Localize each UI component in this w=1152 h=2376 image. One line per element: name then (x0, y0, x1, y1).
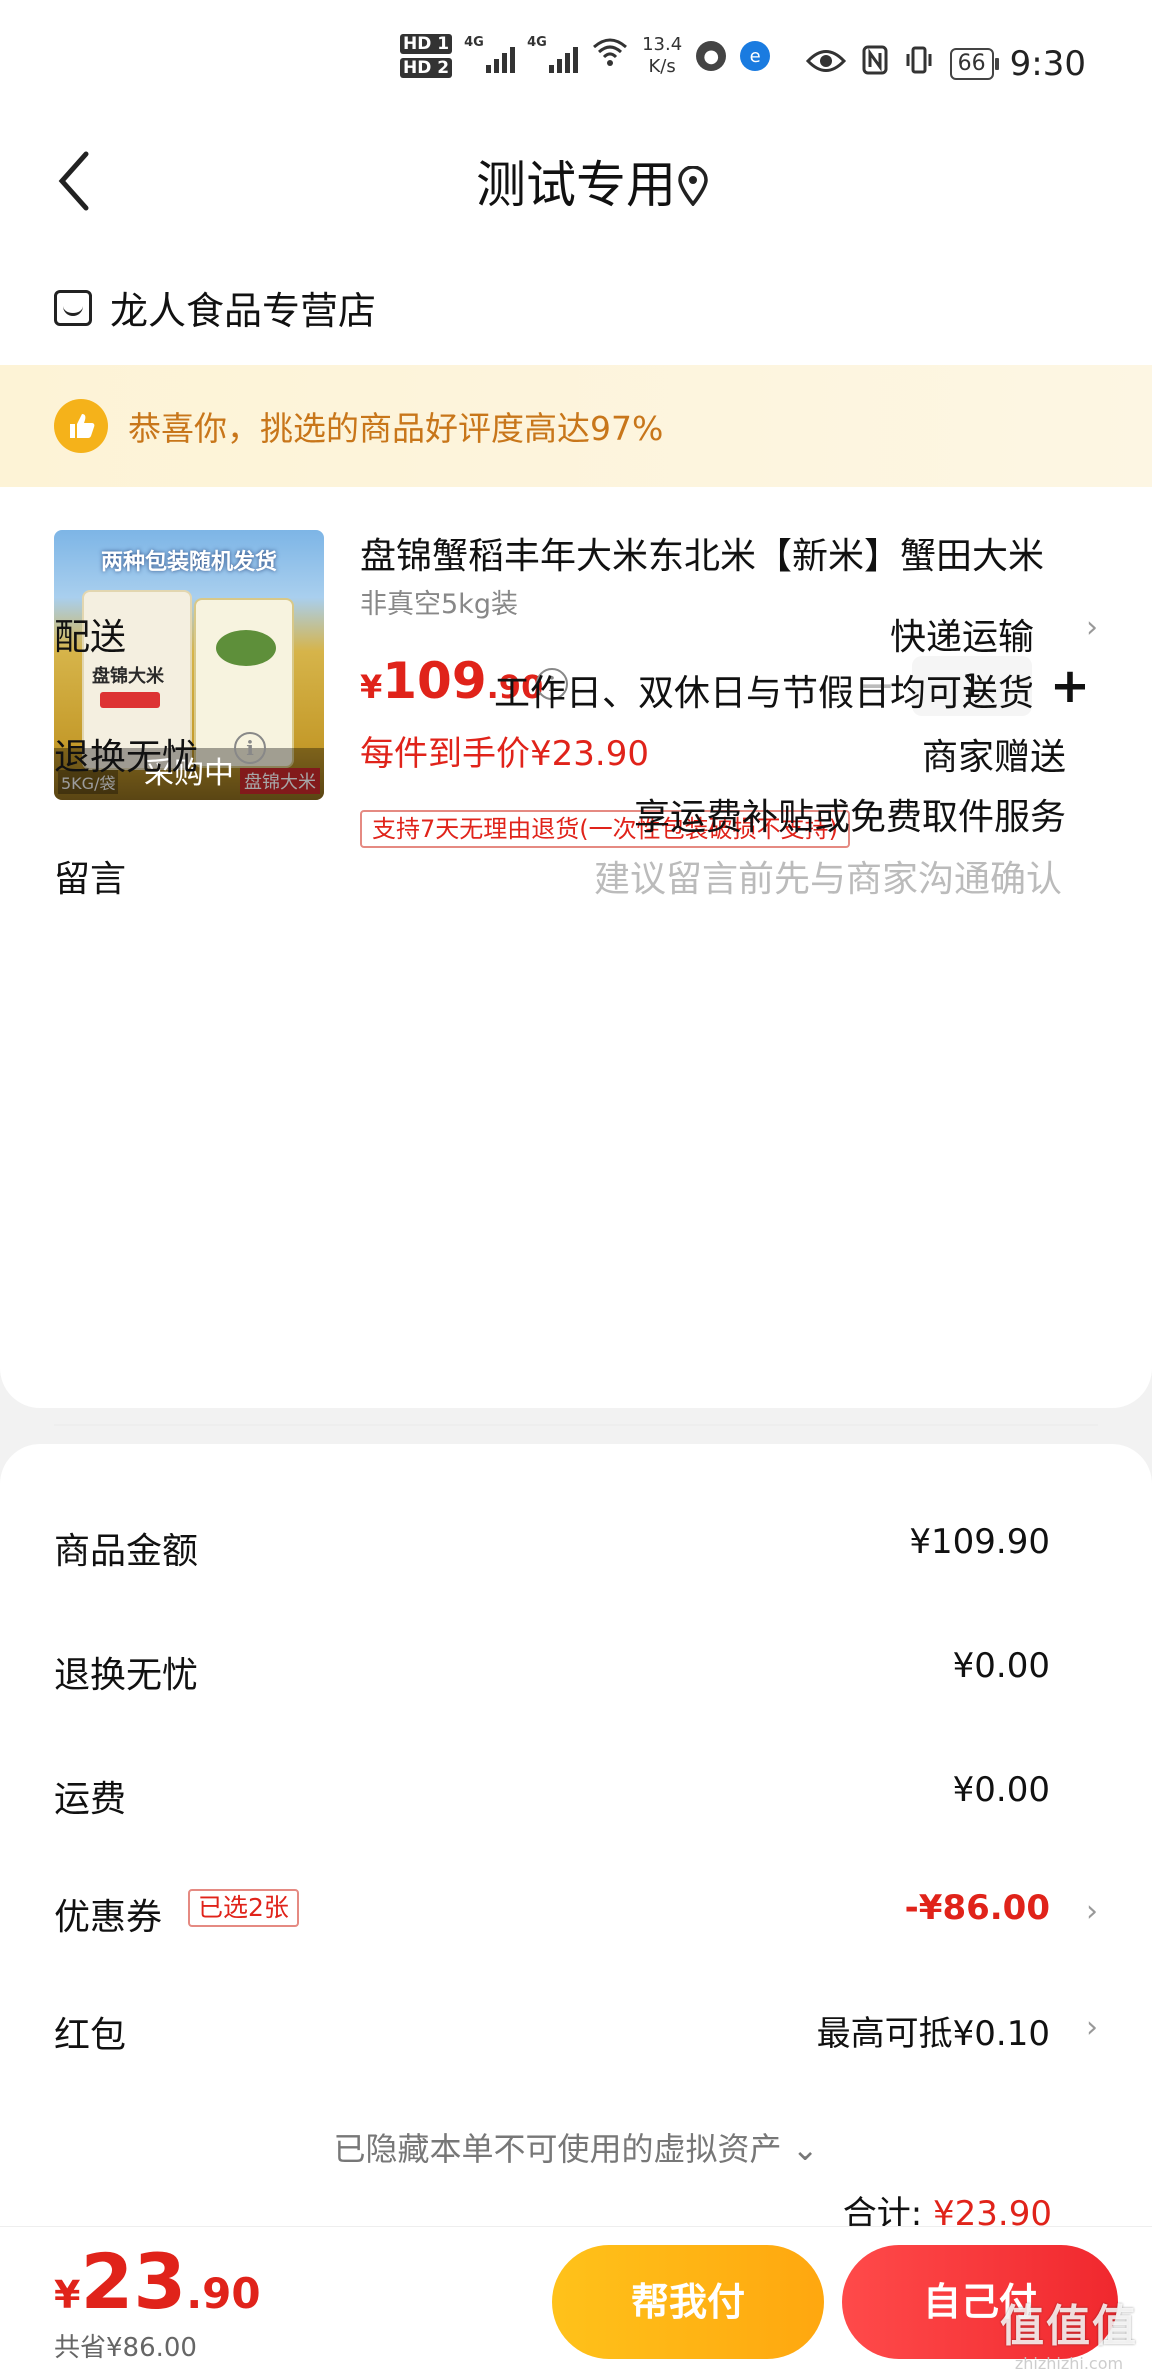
battery-level: 66 (957, 51, 986, 76)
delivery-label: 配送 (54, 617, 127, 658)
hidden-assets-text: 已隐藏本单不可使用的虚拟资产 (333, 2130, 782, 2168)
page-header: 测试专用 (0, 130, 1152, 250)
sim-indicator: HD 1 HD 2 (400, 34, 453, 78)
wifi-icon (592, 37, 628, 75)
saved-amount: 共省¥86.00 (54, 2333, 197, 2363)
return-worry-free-value: 商家赠送 (921, 737, 1066, 778)
checkout-bar: ¥23.90 共省¥86.00 帮我付 自己付 (0, 2226, 1152, 2376)
banner-text: 恭喜你，挑选的商品好评度高达97% (128, 409, 664, 448)
watermark-logo: 值值值 (1000, 2301, 1138, 2352)
chevron-down-icon: ⌄ (791, 2130, 819, 2168)
nfc-icon (862, 45, 888, 83)
shipping-label: 运费 (54, 1779, 127, 1820)
clock: 9:30 (1009, 44, 1086, 84)
message-input[interactable]: 建议留言前先与商家沟通确认 (594, 850, 1062, 902)
message-label: 留言 (54, 859, 127, 900)
return-worry-free-label: 退换无忧 (54, 737, 199, 778)
return-fee: ¥0.00 (952, 1646, 1050, 1686)
product-name[interactable]: 盘锦蟹稻丰年大米东北米【新米】蟹田大米 (360, 532, 1060, 582)
page-title: 测试专用 (476, 156, 676, 214)
speed-unit: K/s (648, 56, 676, 77)
hidden-assets-toggle[interactable]: 已隐藏本单不可使用的虚拟资产 ⌄ (0, 2124, 1152, 2170)
sim2-label: HD 2 (400, 58, 453, 78)
watermark-url: zhizhizhi.com (1014, 2354, 1124, 2373)
return-worry-free-note: 享运费补贴或免费取件服务 (633, 797, 1066, 838)
location-pin-icon[interactable] (676, 165, 710, 207)
total-decimal: .90 (186, 2269, 261, 2318)
divider (54, 1424, 1098, 1426)
increase-button[interactable]: + (1032, 656, 1108, 716)
return-fee-label: 退换无忧 (54, 1655, 199, 1696)
speed-value: 13.4 (642, 34, 683, 55)
shipping-fee: ¥0.00 (952, 1770, 1050, 1810)
total-currency: ¥ (54, 2273, 81, 2317)
vibrate-icon (904, 45, 934, 83)
coupon-label: 优惠券 (54, 1897, 163, 1938)
network-speed: 13.4 K/s (642, 34, 682, 78)
battery-icon: 66 (949, 48, 999, 80)
network-type-label-2: 4G (527, 35, 547, 50)
status-bar: HD 1 HD 2 4G 4G 13.4 K/s ● e 66 9:30 (0, 0, 1152, 130)
payable-total: ¥23.90 (54, 2239, 261, 2325)
chevron-right-icon[interactable]: › (1086, 1894, 1098, 1929)
goods-amount: ¥109.90 (909, 1522, 1050, 1562)
goods-amount-label: 商品金额 (54, 1531, 199, 1572)
sim1-label: HD 1 (400, 34, 453, 54)
signal-icon-2: 4G (527, 35, 579, 73)
rating-banner: 恭喜你，挑选的商品好评度高达97% (0, 365, 1152, 487)
info-icon[interactable]: i (234, 732, 266, 764)
store-icon (54, 289, 92, 326)
redpacket-value[interactable]: 最高可抵¥0.10 (817, 2006, 1050, 2055)
coupon-count-badge: 已选2张 (188, 1889, 299, 1927)
delivery-note: 工作日、双休日与节假日均可送货 (493, 673, 1034, 714)
chevron-right-icon[interactable]: › (1086, 2010, 1098, 2045)
unit-final-price: 每件到手价¥23.90 (360, 734, 649, 774)
store-row[interactable]: 龙人食品专营店 (54, 280, 376, 335)
help-me-pay-button[interactable]: 帮我付 (552, 2245, 824, 2359)
app-notification-icon: ● (696, 41, 727, 71)
browser-notification-icon: e (740, 41, 771, 71)
signal-icon: 4G (464, 35, 516, 73)
eye-icon (805, 47, 846, 82)
store-name: 龙人食品专营店 (110, 289, 377, 333)
status-right-group: 66 9:30 (805, 44, 1086, 84)
chevron-right-icon[interactable]: › (1086, 610, 1098, 645)
price-integer: 109 (382, 652, 487, 710)
redpacket-label: 红包 (54, 2015, 127, 2056)
network-type-label: 4G (464, 35, 484, 50)
order-detail-card: 龙人食品专营店 恭喜你，挑选的商品好评度高达97% 两种包装随机发货 盘锦大米 … (0, 250, 1152, 1408)
product-spec[interactable]: 非真空5kg装 (360, 582, 518, 621)
status-left-group: HD 1 HD 2 4G 4G 13.4 K/s ● e (400, 34, 771, 78)
coupon-amount[interactable]: -¥86.00 (905, 1888, 1050, 1928)
product-image-caption: 两种包装随机发货 (100, 550, 277, 575)
price-currency: ¥ (360, 668, 383, 706)
watermark: 值值值 zhizhizhi.com (1000, 2290, 1138, 2373)
thumbs-up-icon (54, 399, 108, 453)
delivery-method[interactable]: 快递运输 (890, 608, 1034, 660)
total-integer: 23 (80, 2237, 187, 2326)
bag-label: 盘锦大米 (92, 666, 164, 687)
